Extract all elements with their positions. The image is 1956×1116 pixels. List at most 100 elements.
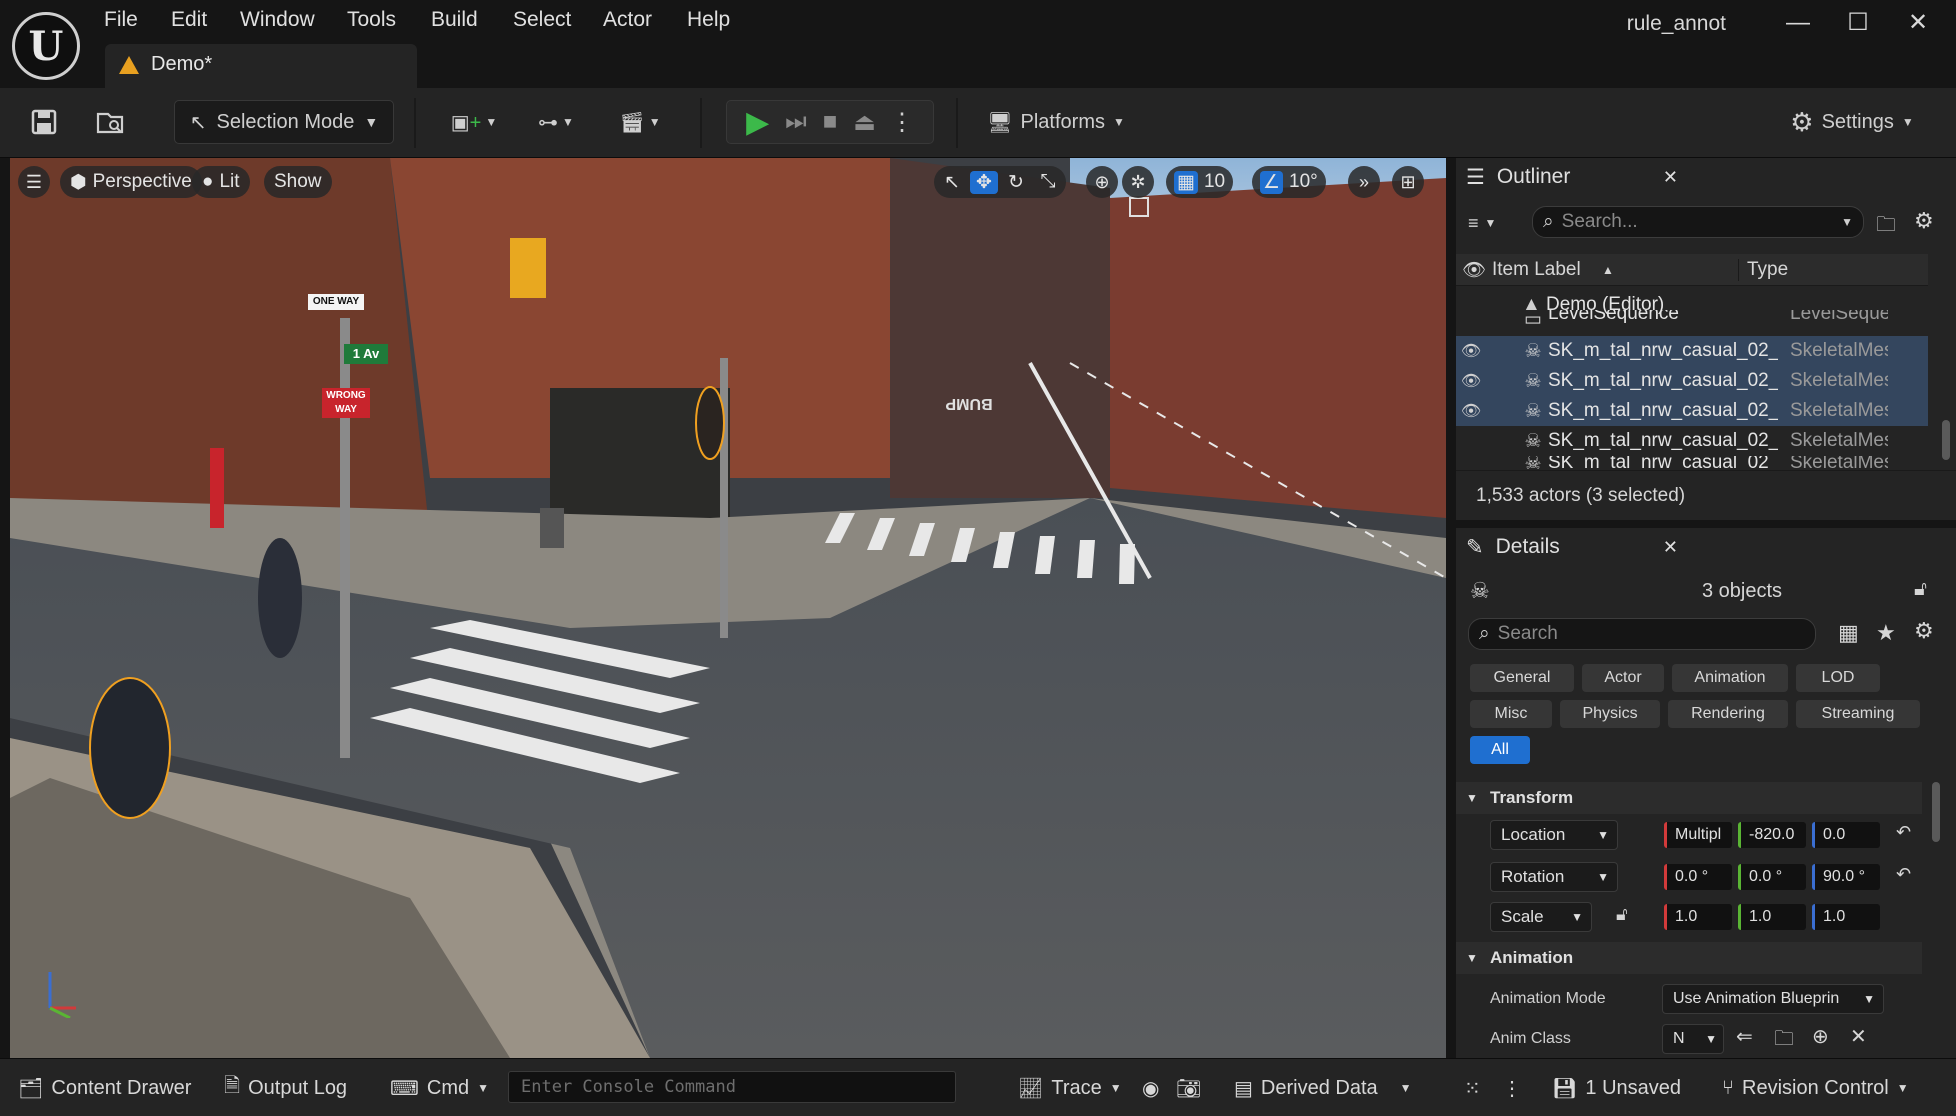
menu-build[interactable]: Build <box>431 8 478 38</box>
rotation-z-field[interactable]: 90.0 ° <box>1812 864 1880 890</box>
close-window-button[interactable]: ✕ <box>1898 6 1938 40</box>
more-options-icon[interactable]: ⋮ <box>1502 1073 1522 1103</box>
menu-help[interactable]: Help <box>687 8 730 38</box>
grid-dots-icon[interactable]: ⁙ <box>1464 1073 1481 1103</box>
derived-data-button[interactable]: ▤ Derived Data ▼ <box>1234 1073 1412 1103</box>
minimize-button[interactable]: — <box>1778 6 1818 40</box>
output-log-button[interactable]: 🗎 Output Log <box>224 1073 347 1103</box>
tree-row[interactable]: 👁︎ ☠ SK_m_tal_nrw_casual_02_ SkeletalMes… <box>1456 366 1928 396</box>
eject-icon[interactable]: ⏏ <box>853 108 876 137</box>
cinematics-button[interactable]: 🎬︎ ▼ <box>612 100 668 144</box>
screenshot-icon[interactable]: 📷︎ <box>1176 1073 1201 1103</box>
visibility-eye-icon[interactable]: 👁︎ <box>1456 371 1486 391</box>
use-selected-icon[interactable]: ⇐ <box>1736 1024 1753 1049</box>
cmd-dropdown[interactable]: ⌨ Cmd ▼ <box>390 1073 489 1103</box>
save-icon[interactable] <box>24 100 64 144</box>
menu-edit[interactable]: Edit <box>171 8 207 38</box>
add-actor-button[interactable]: ▣+ ▼ <box>446 100 502 144</box>
menu-tools[interactable]: Tools <box>347 8 396 38</box>
scale-y-field[interactable]: 1.0 <box>1738 904 1806 930</box>
category-streaming[interactable]: Streaming <box>1796 700 1920 728</box>
category-actor[interactable]: Actor <box>1582 664 1664 692</box>
select-tool-icon[interactable]: ↖ <box>938 171 966 194</box>
close-icon[interactable]: ✕ <box>1663 167 1678 188</box>
revision-control-button[interactable]: ⑂ Revision Control ▼ <box>1722 1073 1909 1103</box>
details-tab[interactable]: ✎ Details ✕ <box>1456 528 1688 566</box>
category-misc[interactable]: Misc <box>1470 700 1552 728</box>
table-view-icon[interactable]: ▦ <box>1838 620 1859 646</box>
level-viewport[interactable]: ONE WAY 1 Av WRONG WAY BUMP ☰ ⬢ Perspect… <box>10 158 1446 1058</box>
move-tool-icon[interactable]: ✥ <box>970 170 998 194</box>
anim-class-dropdown[interactable]: N ▼ <box>1662 1024 1724 1054</box>
menu-select[interactable]: Select <box>513 8 571 38</box>
tree-row[interactable]: ▭ LevelSequence LevelSequen <box>1456 310 1928 328</box>
tree-row[interactable]: 👁︎ ☠ SK_m_tal_nrw_casual_02_ SkeletalMes… <box>1456 336 1928 366</box>
category-all[interactable]: All <box>1470 736 1530 764</box>
visibility-eye-icon[interactable]: 👁︎ <box>1456 341 1486 361</box>
outliner-search-input[interactable]: ⌕ Search... ▼ <box>1532 206 1864 238</box>
reset-icon[interactable]: ↶ <box>1896 864 1911 885</box>
trace-button[interactable]: 📈︎ Trace ▼ <box>1018 1073 1122 1103</box>
more-options-icon[interactable]: ⋮ <box>890 108 914 137</box>
scale-x-field[interactable]: 1.0 <box>1664 904 1732 930</box>
console-input[interactable]: Enter Console Command <box>508 1071 956 1103</box>
maximize-button[interactable]: ☐ <box>1838 6 1878 40</box>
reset-icon[interactable]: ↶ <box>1896 822 1911 843</box>
blueprint-button[interactable]: ⊶ ▼ <box>528 100 584 144</box>
rotate-tool-icon[interactable]: ↻ <box>1002 171 1030 194</box>
frame-skip-icon[interactable]: ⏭ <box>785 108 807 136</box>
star-icon[interactable]: ★ <box>1876 620 1896 646</box>
outliner-tab[interactable]: ☰ Outliner ✕ <box>1456 158 1688 196</box>
category-rendering[interactable]: Rendering <box>1668 700 1788 728</box>
category-lod[interactable]: LOD <box>1796 664 1880 692</box>
scale-dropdown[interactable]: Scale ▼ <box>1490 902 1592 932</box>
platforms-button[interactable]: 🖥︎ Platforms ▼ <box>982 100 1130 144</box>
unreal-logo-icon[interactable]: U <box>12 12 80 80</box>
menu-window[interactable]: Window <box>240 8 315 38</box>
category-physics[interactable]: Physics <box>1560 700 1660 728</box>
tree-row[interactable]: ☠ SK_m_tal_nrw_casual_02_ SkeletalMesh <box>1456 456 1928 470</box>
browse-icon[interactable] <box>90 100 130 144</box>
show-button[interactable]: Show <box>264 166 332 198</box>
location-dropdown[interactable]: Location ▼ <box>1490 820 1618 850</box>
column-type[interactable]: Type <box>1738 258 1788 281</box>
surface-snap-icon[interactable]: ✲ <box>1122 166 1154 198</box>
more-tools-icon[interactable]: » <box>1348 166 1380 198</box>
add-icon[interactable]: ⊕ <box>1812 1024 1829 1049</box>
location-x-field[interactable]: Multipl <box>1664 822 1732 848</box>
details-scrollbar[interactable] <box>1932 782 1940 842</box>
settings-button[interactable]: ⚙ Settings ▼ <box>1782 100 1922 144</box>
tree-row[interactable]: 👁︎ ☠ SK_m_tal_nrw_casual_02_ SkeletalMes… <box>1456 396 1928 426</box>
play-icon[interactable]: ▶ <box>746 105 769 140</box>
outliner-scrollbar[interactable] <box>1942 420 1950 460</box>
tree-row[interactable]: ☠ SK_m_tal_nrw_casual_02_ SkeletalMesh <box>1456 426 1928 456</box>
stop-icon[interactable]: ■ <box>823 108 838 136</box>
menu-file[interactable]: File <box>104 8 138 38</box>
content-drawer-button[interactable]: 🗂︎ Content Drawer <box>18 1073 191 1103</box>
close-icon[interactable]: ✕ <box>1663 537 1678 558</box>
lit-button[interactable]: ● Lit <box>192 166 250 198</box>
viewport-menu-icon[interactable]: ☰ <box>18 166 50 198</box>
selection-mode-dropdown[interactable]: ↖ Selection Mode ▼ <box>174 100 394 144</box>
visibility-eye-icon[interactable]: 👁︎ <box>1456 258 1492 282</box>
category-general[interactable]: General <box>1470 664 1574 692</box>
lock-icon[interactable]: 🔓︎ <box>1914 578 1927 601</box>
rotation-snap-button[interactable]: ∠ 10° <box>1252 166 1326 198</box>
location-z-field[interactable]: 0.0 <box>1812 822 1880 848</box>
record-icon[interactable]: ◉ <box>1142 1073 1159 1103</box>
category-animation[interactable]: Animation <box>1672 664 1788 692</box>
section-transform[interactable]: ▼ Transform <box>1456 782 1922 814</box>
scale-tool-icon[interactable]: ⤡ <box>1034 171 1062 193</box>
clear-icon[interactable]: ✕ <box>1850 1024 1867 1049</box>
world-local-icon[interactable]: ⊕ <box>1086 166 1118 198</box>
rotation-x-field[interactable]: 0.0 ° <box>1664 864 1732 890</box>
layout-icon[interactable]: ⊞ <box>1392 166 1424 198</box>
grid-snap-button[interactable]: ▦ 10 <box>1166 166 1234 198</box>
visibility-eye-icon[interactable]: 👁︎ <box>1456 401 1486 421</box>
gear-icon[interactable]: ⚙ <box>1914 208 1934 234</box>
document-tab[interactable]: Demo* <box>105 44 417 88</box>
add-folder-icon[interactable]: 🗀 <box>1876 210 1896 244</box>
rotation-y-field[interactable]: 0.0 ° <box>1738 864 1806 890</box>
animation-mode-dropdown[interactable]: Use Animation Blueprin ▼ <box>1662 984 1884 1014</box>
details-search-input[interactable]: ⌕ Search <box>1468 618 1816 650</box>
